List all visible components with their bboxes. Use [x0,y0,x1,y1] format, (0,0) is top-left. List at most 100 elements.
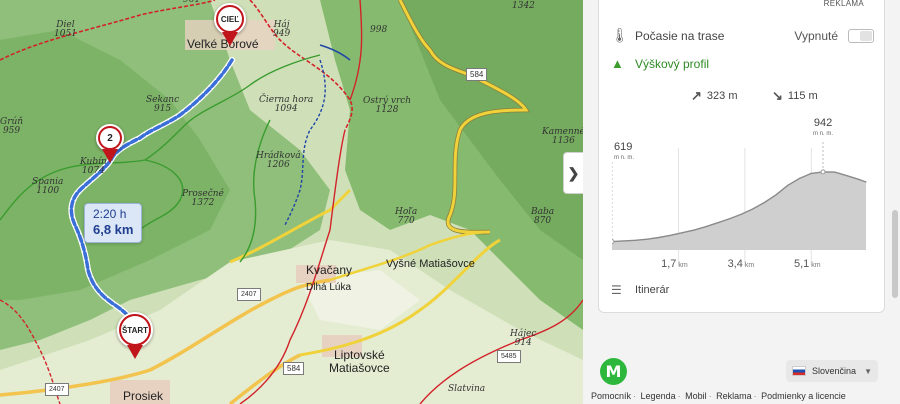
panel-scrollbar[interactable] [892,210,898,298]
map-view[interactable]: Diel 1051 Háj 949 961 998 1342 Sekanc 915 Č… [0,0,583,404]
chart-point [716,222,719,224]
panel-collapse-button[interactable]: ❯ [563,152,583,194]
peak-label-1342: 1342 [512,1,535,11]
chart-x-tick-label: 1,7 [661,258,676,270]
peak-label-sekanc: Sekanc 915 [146,95,180,115]
chart-point [845,175,848,177]
descent-value: 115 m [787,90,818,102]
weather-row[interactable]: 🌡︎ Počasie na trase Vypnuté [611,27,874,44]
peak-label-slatvina: Slatvina [448,384,486,394]
peak-label-prosecne: Prosečné 1372 [182,189,224,209]
thermometer-icon: 🌡︎ [611,27,629,43]
chart-point [670,234,672,236]
peak-label-hajec: Hájec 914 [510,329,537,349]
arrow-down-right-icon: ↘ [772,88,783,103]
footer-link-mobile[interactable]: Mobil [685,391,707,401]
footer-link-help[interactable]: Pomocník [591,391,631,401]
weather-state: Vypnuté [794,28,838,43]
start-pin[interactable]: ŠTART [117,312,153,359]
chart-max-label: 942 [814,117,832,129]
peak-label-baba: Baba 870 [531,207,555,227]
chart-point [740,213,742,215]
elevation-chart[interactable]: 619m n. m.942m n. m.1,7 km 3,4 km 5,1 km [612,110,874,275]
road-badge-2407: 2407 [237,288,261,301]
peak-label-961: 961 [183,0,201,5]
chart-min-unit: m n. m. [614,155,634,161]
chart-point [634,239,636,241]
chevron-down-icon: ▼ [864,366,872,376]
language-value: Slovenčina [812,366,857,376]
chart-min-label: 619 [614,141,632,153]
chevron-right-icon: ❯ [567,164,580,181]
peak-label-hola: Hoľa 770 [395,207,418,227]
descent-stat: ↘ 115 m [772,88,818,104]
start-pin-label: ŠTART [121,316,149,344]
chart-point [857,178,859,180]
itinerary-row[interactable]: ☰ Itinerár [611,283,669,297]
peak-label-hradkova: Hrádková 1206 [256,151,301,171]
peak-label-998: 998 [370,25,388,35]
waypoint-pin[interactable]: 2 [96,124,124,163]
route-card: REKLAMA 🌡︎ Počasie na trase Vypnuté ▲ Vý… [598,0,885,313]
chart-point [763,201,765,204]
peak-label-haj: Háj 949 [273,20,291,40]
peak-label-spania: Spania 1100 [32,177,64,197]
road-badge-5485: 5485 [497,350,521,363]
town-label-prosiek: Prosiek [123,389,164,403]
peak-label-ostry-vrch: Ostrý vrch 1128 [363,96,412,116]
footer-link-legend[interactable]: Legenda [641,391,676,401]
road-badge-2407: 2407 [45,383,69,396]
chart-point [623,240,625,242]
town-label-kvacany: Kvačany [306,263,353,277]
chart-min-point [612,239,615,245]
ascent-value: 323 m [706,90,738,102]
chart-x-tick-unit: km [678,262,688,269]
chart-point [834,171,836,173]
itinerary-label: Itinerár [635,284,670,296]
peak-label-diel: Diel 1051 [54,20,77,40]
chart-point [799,177,801,179]
footer-link-ads[interactable]: Reklama [716,391,752,401]
footer-link-terms[interactable]: Podmienky a licencie [761,391,846,401]
chart-point [728,218,730,220]
peak-label-grun: Grúň 959 [0,117,24,137]
waypoint-pin-label: 2 [100,128,120,148]
elevation-profile-header[interactable]: ▲ Výškový profil [611,56,709,71]
peak-label-kamenne: Kamenné 1136 [542,127,583,147]
chart-point [658,236,660,239]
ascent-stat: ↗ 323 m [691,88,737,104]
mapy-logo[interactable]: M [600,358,627,385]
mountain-icon: ▲ [611,56,624,71]
finish-pin-label: CIEĽ [218,7,242,31]
ad-label: REKLAMA [823,0,864,8]
language-select[interactable]: Slovenčina ▼ [786,360,878,382]
chart-max-point [820,169,826,175]
chart-x-tick-label: 5,1 [794,258,809,270]
route-panel: REKLAMA 🌡︎ Počasie na trase Vypnuté ▲ Vý… [583,0,900,404]
chart-point [810,172,812,174]
route-time: 2:20 h [93,207,127,221]
town-label-dlha-luka: Dlhá Lúka [306,282,352,293]
chart-point [681,232,683,234]
finish-pin[interactable]: CIEĽ [214,3,246,46]
chart-point [787,184,789,186]
chart-max-unit: m n. m. [813,131,833,137]
chart-point [752,208,754,210]
route-distance: 6,8 km [93,222,134,237]
list-icon: ☰ [611,283,622,297]
weather-toggle[interactable] [848,28,874,43]
chart-point [865,181,867,183]
chart-point [775,194,777,196]
map-canvas[interactable] [0,0,583,404]
peak-label-cierna-hora: Čierna hora 1094 [259,95,314,115]
road-badge-584: 584 [466,68,488,81]
route-summary-tooltip[interactable]: 2:20 h 6,8 km [84,203,142,243]
chart-point [646,238,648,240]
chart-x-tick-unit: km [745,262,755,269]
chart-point [693,229,695,231]
town-label-liptovske-matiasovce: Liptovské Matiašovce [329,348,390,375]
road-badge-584: 584 [283,362,305,375]
footer-links: Pomocník · Legenda · Mobil · Reklama · Podmi… [591,391,846,401]
chart-x-tick-label: 3,4 [728,258,743,270]
chart-point [705,226,707,228]
